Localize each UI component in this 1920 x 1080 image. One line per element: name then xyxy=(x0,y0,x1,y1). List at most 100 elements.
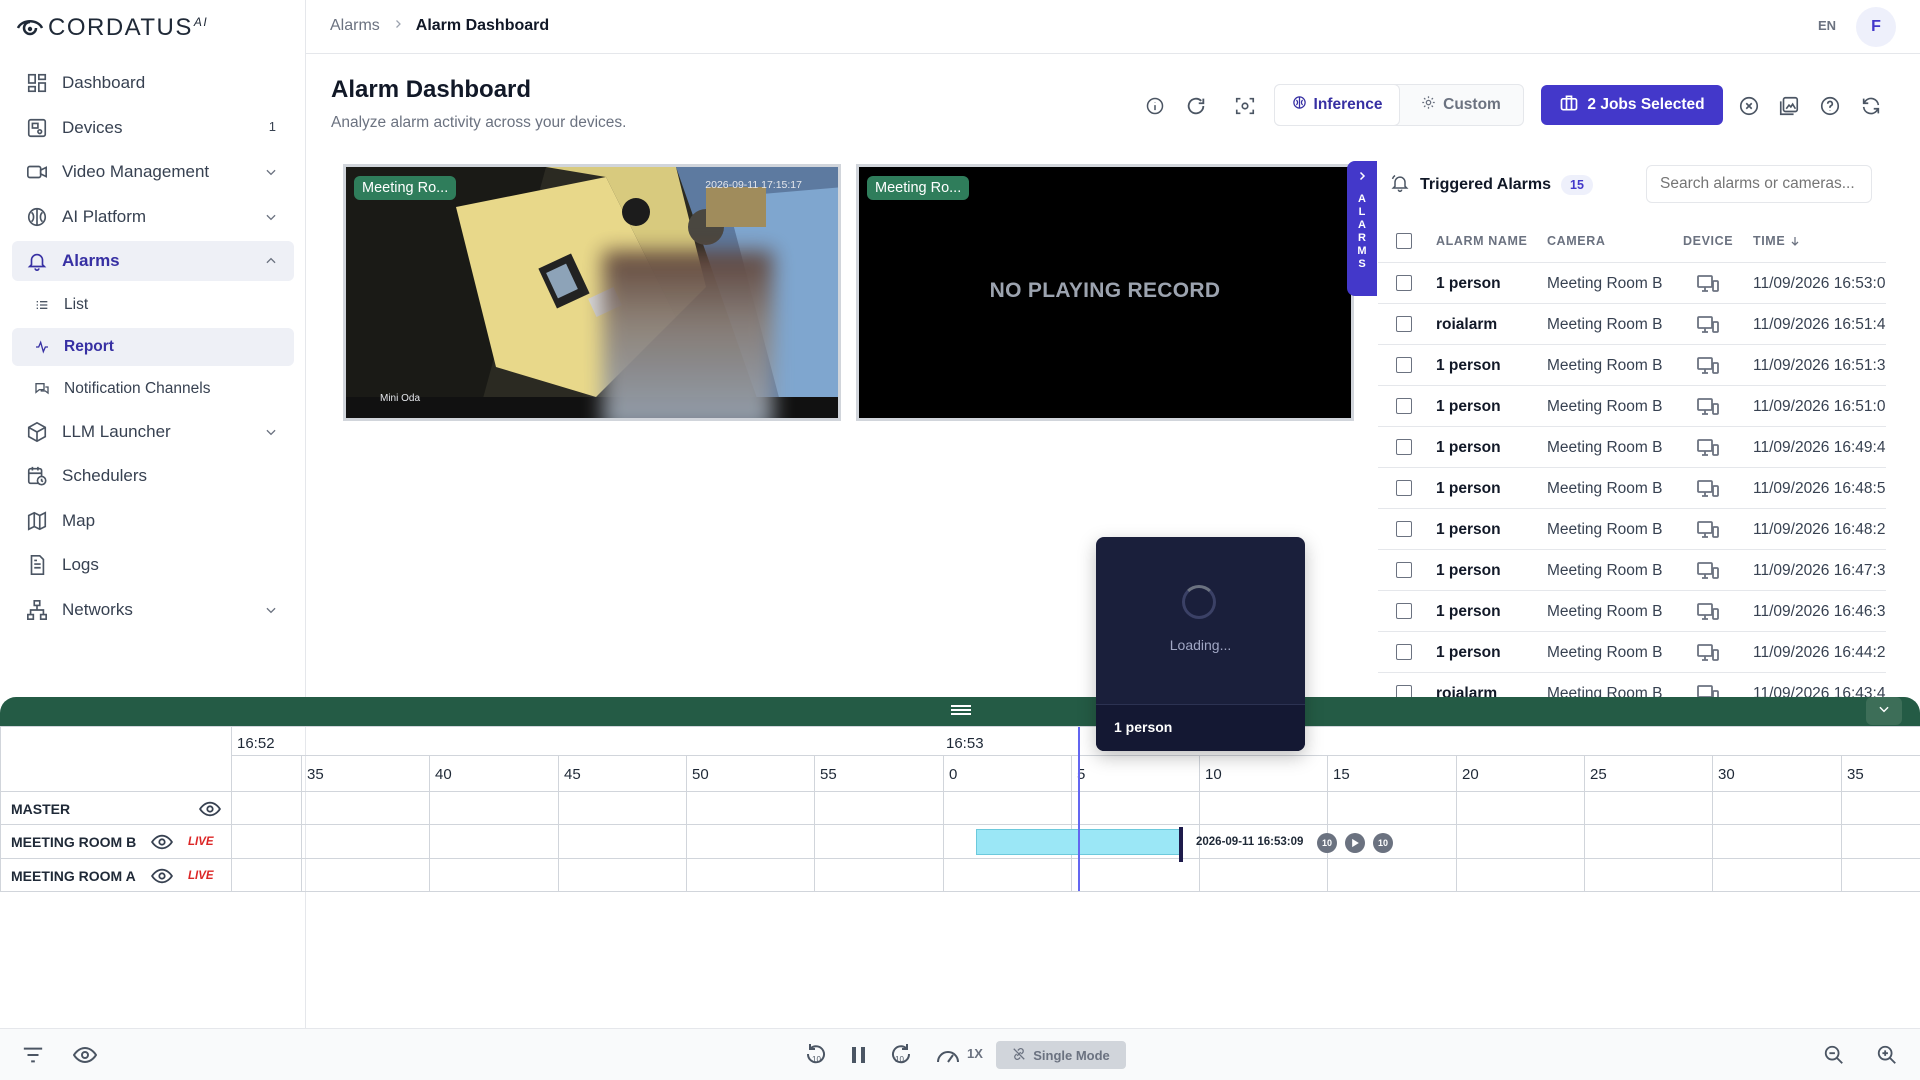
alarm-search-input[interactable] xyxy=(1646,165,1872,203)
inference-tab[interactable]: Inference xyxy=(1274,84,1400,126)
page-title: Alarm Dashboard xyxy=(331,76,532,103)
info-icon[interactable] xyxy=(1140,91,1170,121)
row-checkbox[interactable] xyxy=(1396,603,1412,619)
focus-scan-icon[interactable] xyxy=(1230,91,1260,121)
alarm-row[interactable]: roialarm Meeting Room B 11/09/2026 16:51:4 xyxy=(1378,304,1886,345)
alarm-row[interactable]: 1 person Meeting Room B 11/09/2026 16:49:4 xyxy=(1378,427,1886,468)
nav-schedulers[interactable]: Schedulers xyxy=(12,456,294,496)
row-checkbox[interactable] xyxy=(1396,644,1412,660)
camera-name: Meeting Room B xyxy=(1547,521,1663,538)
rewind-10-icon[interactable]: 10 xyxy=(802,1041,830,1069)
play-icon[interactable] xyxy=(1345,833,1365,853)
col-time[interactable]: TIME xyxy=(1753,234,1801,248)
speedometer-icon[interactable] xyxy=(934,1041,962,1069)
sync-icon[interactable] xyxy=(1856,91,1886,121)
alarm-row[interactable]: 1 person Meeting Room B 11/09/2026 16:48:2 xyxy=(1378,509,1886,550)
clear-selection-icon[interactable] xyxy=(1734,91,1764,121)
playback-speed[interactable]: 1X xyxy=(967,1046,983,1061)
nav-llm-launcher[interactable]: LLM Launcher xyxy=(12,412,294,452)
nav-map[interactable]: Map xyxy=(12,501,294,541)
device-icon[interactable] xyxy=(1696,684,1720,697)
row-checkbox[interactable] xyxy=(1396,562,1412,578)
eye-icon[interactable] xyxy=(151,867,173,890)
row-checkbox[interactable] xyxy=(1396,275,1412,291)
playhead[interactable] xyxy=(1078,727,1080,891)
forward-10-icon[interactable]: 10 xyxy=(1373,833,1393,853)
filter-icon[interactable] xyxy=(19,1041,47,1069)
nav-devices[interactable]: Devices 1 xyxy=(12,108,294,148)
row-checkbox[interactable] xyxy=(1396,685,1412,697)
clip-end-marker[interactable] xyxy=(1179,827,1183,862)
device-icon[interactable] xyxy=(1696,602,1720,627)
alarm-row[interactable]: 1 person Meeting Room B 11/09/2026 16:47:3 xyxy=(1378,550,1886,591)
select-all-checkbox[interactable] xyxy=(1396,233,1412,249)
col-alarm-name[interactable]: ALARM NAME xyxy=(1436,234,1527,248)
row-checkbox[interactable] xyxy=(1396,316,1412,332)
nav-alarms-list[interactable]: List xyxy=(12,286,294,324)
nav-label: Dashboard xyxy=(62,73,146,92)
refresh-icon[interactable] xyxy=(1181,91,1211,121)
rewind-10-icon[interactable]: 10 xyxy=(1317,833,1337,853)
nav-dashboard[interactable]: Dashboard xyxy=(12,63,294,103)
alarm-row[interactable]: 1 person Meeting Room B 11/09/2026 16:46:3 xyxy=(1378,591,1886,632)
breadcrumb-alarms-link[interactable]: Alarms xyxy=(330,17,380,35)
alarm-row[interactable]: 1 person Meeting Room B 11/09/2026 16:51:3 xyxy=(1378,345,1886,386)
nav-alarms[interactable]: Alarms xyxy=(12,241,294,281)
alarm-row[interactable]: 1 person Meeting Room B 11/09/2026 16:51:0 xyxy=(1378,386,1886,427)
timeline-resize-bar[interactable] xyxy=(0,697,1920,726)
alarm-row[interactable]: roialarm Meeting Room B 11/09/2026 16:43:4 xyxy=(1378,673,1886,697)
clip-preview-popup[interactable]: Loading... 1 person xyxy=(1096,537,1305,751)
device-icon[interactable] xyxy=(1696,643,1720,668)
row-checkbox[interactable] xyxy=(1396,398,1412,414)
video-tile-camera[interactable]: Meeting Ro... 2026-09-11 17:15:17 Mini O… xyxy=(343,164,841,421)
pause-icon[interactable] xyxy=(845,1041,873,1069)
zoom-in-icon[interactable] xyxy=(1873,1041,1901,1069)
col-camera[interactable]: CAMERA xyxy=(1547,234,1605,248)
nav-alarms-report[interactable]: Report xyxy=(12,327,294,366)
eye-icon[interactable] xyxy=(71,1041,99,1069)
track-divider xyxy=(0,891,1920,892)
privacy-blur-region xyxy=(603,251,773,418)
row-checkbox[interactable] xyxy=(1396,521,1412,537)
nav-networks[interactable]: Networks xyxy=(12,590,294,630)
device-icon[interactable] xyxy=(1696,356,1720,381)
drag-handle-icon[interactable] xyxy=(951,705,971,715)
nav-logs[interactable]: Logs xyxy=(12,545,294,585)
user-avatar[interactable]: F xyxy=(1856,7,1896,47)
jobs-selected-button[interactable]: 2 Jobs Selected xyxy=(1541,85,1723,125)
row-checkbox[interactable] xyxy=(1396,480,1412,496)
device-icon[interactable] xyxy=(1696,561,1720,586)
row-checkbox[interactable] xyxy=(1396,439,1412,455)
collapse-timeline-button[interactable] xyxy=(1866,697,1902,725)
col-device[interactable]: DEVICE xyxy=(1683,234,1733,248)
forward-10-icon[interactable]: 10 xyxy=(887,1041,915,1069)
device-icon[interactable] xyxy=(1696,479,1720,504)
nav-video-management[interactable]: Video Management xyxy=(12,152,294,192)
timeline-tick-label: 50 xyxy=(692,766,709,783)
help-icon[interactable] xyxy=(1815,91,1845,121)
timeline[interactable]: 35 40 45 50 55 0 5 10 15 20 25 30 35 16:52 16:53 MASTE… xyxy=(0,726,1920,892)
custom-tab[interactable]: Custom xyxy=(1399,85,1523,125)
alarm-time: 11/09/2026 16:43:4 xyxy=(1753,685,1886,697)
eye-icon[interactable] xyxy=(151,833,173,856)
nav-ai-platform[interactable]: AI Platform xyxy=(12,197,294,237)
language-selector[interactable]: EN xyxy=(1818,18,1836,33)
alarm-row[interactable]: 1 person Meeting Room B 11/09/2026 16:48:5 xyxy=(1378,468,1886,509)
device-icon[interactable] xyxy=(1696,397,1720,422)
gallery-icon[interactable] xyxy=(1774,91,1804,121)
single-mode-button[interactable]: Single Mode xyxy=(996,1041,1126,1069)
eye-icon[interactable] xyxy=(199,800,221,823)
zoom-out-icon[interactable] xyxy=(1820,1041,1848,1069)
video-tile-empty[interactable]: Meeting Ro... NO PLAYING RECORD xyxy=(856,164,1354,421)
alarm-row[interactable]: 1 person Meeting Room B 11/09/2026 16:44:2 xyxy=(1378,632,1886,673)
chat-icon xyxy=(34,381,54,397)
row-checkbox[interactable] xyxy=(1396,357,1412,373)
device-icon[interactable] xyxy=(1696,520,1720,545)
device-icon[interactable] xyxy=(1696,315,1720,340)
brand-logo[interactable]: CORDATUSAI xyxy=(16,12,208,44)
device-icon[interactable] xyxy=(1696,438,1720,463)
alarm-row[interactable]: 1 person Meeting Room B 11/09/2026 16:53:0 xyxy=(1378,263,1886,304)
device-icon[interactable] xyxy=(1696,274,1720,299)
alarms-panel-toggle[interactable]: ALARMS xyxy=(1347,161,1377,296)
nav-notification-channels[interactable]: Notification Channels xyxy=(12,370,294,408)
